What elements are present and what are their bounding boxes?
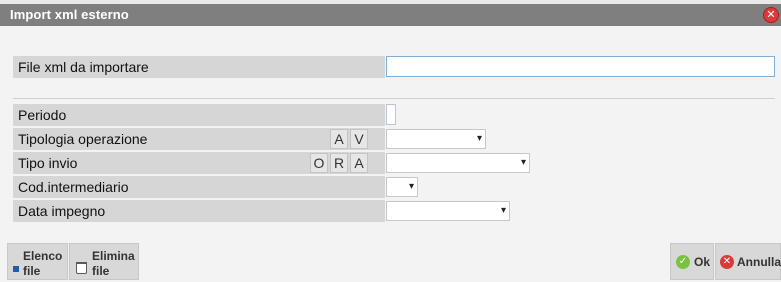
dialog-title: Import xml esterno [10, 7, 129, 22]
data-impegno-select[interactable]: ▾ [386, 201, 510, 221]
tipo-invio-label: Tipo invio O R A [13, 152, 385, 174]
close-icon[interactable]: ✕ [763, 7, 779, 23]
elenco-file-line1: Elenco [23, 249, 63, 263]
periodo-label: Periodo [13, 104, 385, 126]
title-bar: Import xml esterno ✕ [0, 4, 781, 26]
elimina-file-line1: Elimina [92, 249, 135, 263]
tipologia-option-v[interactable]: V [350, 129, 368, 149]
elenco-file-button[interactable]: Elenco file [7, 243, 68, 280]
tipologia-operazione-label: Tipologia operazione A V [13, 128, 385, 150]
cod-intermediario-label: Cod.intermediario [13, 176, 385, 198]
tipo-invio-option-o[interactable]: O [310, 153, 328, 173]
tipo-invio-select[interactable]: ▾ [386, 153, 530, 173]
tipo-invio-option-a[interactable]: A [350, 153, 368, 173]
file-xml-label: File xml da importare [13, 56, 385, 78]
chevron-down-icon: ▾ [520, 157, 526, 168]
tipo-invio-option-r[interactable]: R [330, 153, 348, 173]
blue-square-icon [13, 266, 19, 272]
tipologia-option-a[interactable]: A [330, 129, 348, 149]
chevron-down-icon: ▾ [500, 205, 506, 216]
chevron-down-icon: ▾ [408, 181, 414, 192]
elimina-file-button[interactable]: Elimina file [69, 243, 139, 280]
periodo-input[interactable] [386, 104, 396, 125]
tipologia-operazione-select[interactable]: ▾ [386, 129, 486, 149]
trash-icon [76, 262, 87, 274]
ok-button[interactable]: ✓ Ok [670, 243, 714, 280]
tipologia-operazione-text: Tipologia operazione [18, 131, 148, 147]
annulla-button[interactable]: ✕ Annulla [715, 243, 781, 280]
check-icon: ✓ [676, 255, 690, 269]
cod-intermediario-select[interactable]: ▾ [386, 177, 418, 197]
file-xml-input[interactable] [386, 56, 775, 77]
annulla-label: Annulla [737, 255, 781, 269]
import-xml-dialog: Import xml esterno ✕ File xml da importa… [0, 4, 781, 282]
elimina-file-line2: file [92, 264, 110, 278]
section-divider [13, 98, 775, 99]
chevron-down-icon: ▾ [476, 133, 482, 144]
ok-label: Ok [694, 255, 711, 269]
elenco-file-line2: file [23, 264, 41, 278]
data-impegno-label: Data impegno [13, 200, 385, 222]
cancel-icon: ✕ [720, 255, 734, 269]
tipo-invio-text: Tipo invio [18, 155, 78, 171]
